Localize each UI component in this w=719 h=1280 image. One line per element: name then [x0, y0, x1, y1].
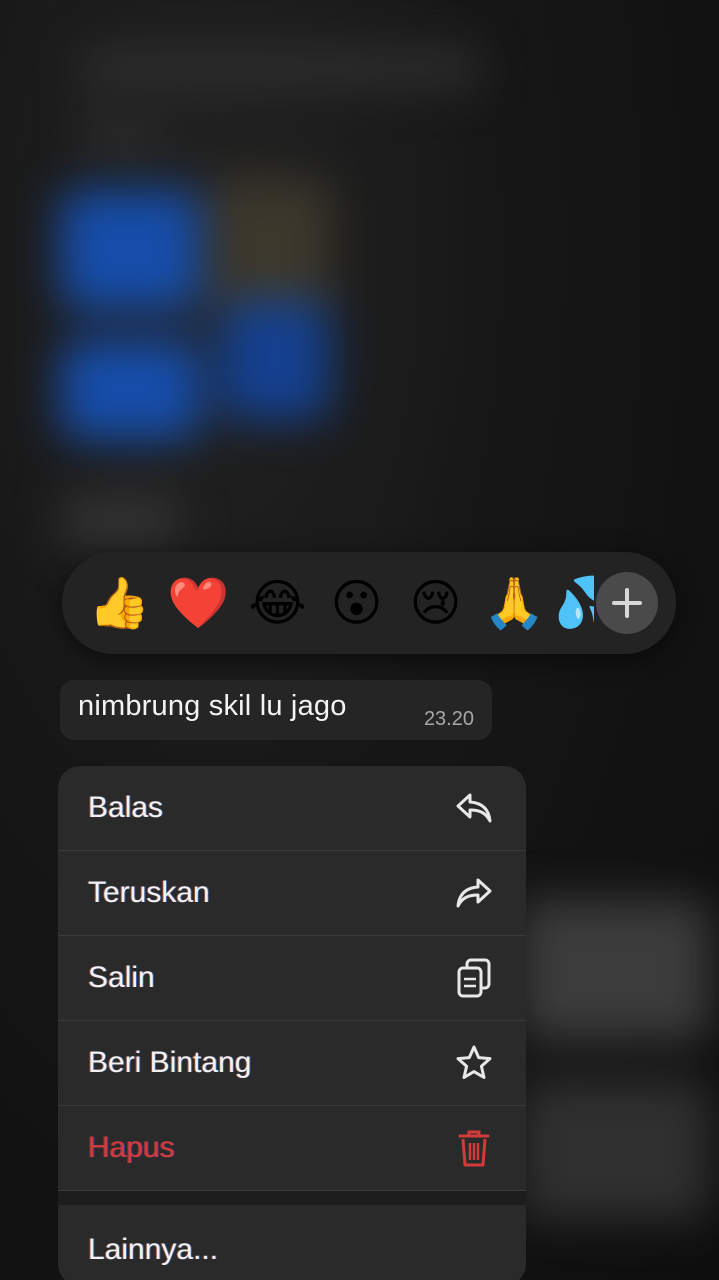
trash-icon [452, 1126, 496, 1170]
reaction-pray[interactable]: 🙏 [475, 573, 554, 633]
reaction-thumbs-up[interactable]: 👍 [80, 573, 159, 633]
more-reactions-button[interactable] [596, 572, 658, 634]
copy-icon [452, 956, 496, 1000]
forward-icon [452, 871, 496, 915]
reaction-heart[interactable]: ❤️ [159, 573, 238, 633]
reaction-laughing[interactable]: 😂 [238, 573, 317, 633]
menu-item-reply[interactable]: Balas [58, 766, 526, 851]
menu-item-label: Balas [88, 791, 164, 824]
menu-item-label: Teruskan [88, 876, 210, 909]
message-time: 23.20 [423, 708, 474, 730]
star-icon [452, 1041, 496, 1085]
menu-divider [58, 1191, 526, 1205]
menu-item-forward[interactable]: Teruskan [58, 851, 526, 936]
menu-item-label: Hapus [88, 1131, 175, 1164]
reaction-partial[interactable]: 💦 [554, 573, 594, 633]
screen: 👍 ❤️ 😂 😮 😢 🙏 💦 nimbrung skil lu jago 23.… [0, 0, 719, 1280]
reaction-bar: 👍 ❤️ 😂 😮 😢 🙏 💦 [62, 552, 676, 654]
reply-icon [452, 786, 496, 830]
reaction-surprised[interactable]: 😮 [317, 573, 396, 633]
menu-item-copy[interactable]: Salin [58, 936, 526, 1021]
message-bubble[interactable]: nimbrung skil lu jago 23.20 [60, 680, 492, 740]
reaction-crying[interactable]: 😢 [396, 573, 475, 633]
menu-item-delete[interactable]: Hapus [58, 1106, 526, 1191]
plus-icon [612, 588, 642, 618]
menu-item-more[interactable]: Lainnya... [58, 1205, 526, 1280]
context-menu: Balas Teruskan Salin Beri Bintang Hapus … [58, 766, 526, 1280]
menu-item-star[interactable]: Beri Bintang [58, 1021, 526, 1106]
menu-item-label: Salin [88, 961, 155, 994]
message-text: nimbrung skil lu jago [78, 690, 347, 722]
menu-item-label: Beri Bintang [88, 1046, 252, 1079]
menu-more-label: Lainnya... [88, 1233, 219, 1266]
